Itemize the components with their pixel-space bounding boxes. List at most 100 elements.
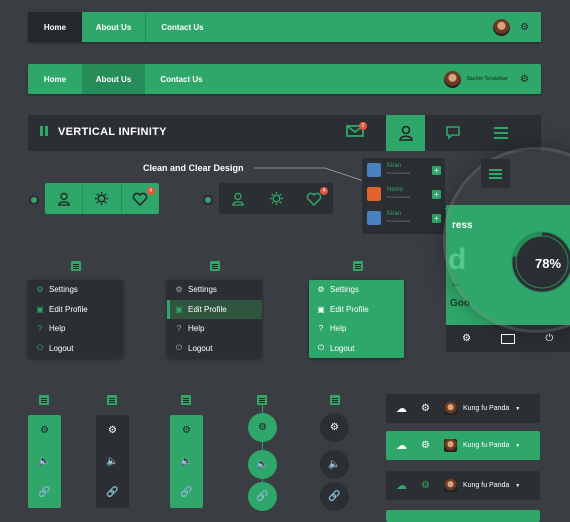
menu-item-help[interactable]: ? Help <box>167 319 262 339</box>
contact-list: Kiran Normal Following + Nemo Normal Fol… <box>362 158 445 234</box>
help-icon: ? <box>176 324 182 334</box>
chevron-down-icon[interactable]: ▼ <box>515 406 520 412</box>
favorites-tab[interactable]: 4 <box>295 183 333 214</box>
heart-icon <box>133 192 148 206</box>
gear-icon: ⚙ <box>36 285 44 295</box>
add-contact-button[interactable]: + <box>432 166 441 175</box>
gear-icon[interactable]: ⚙ <box>28 415 61 446</box>
mute-circle-button[interactable]: 🔈 <box>320 450 349 479</box>
menu-item-settings[interactable]: ⚙ Settings <box>309 280 404 300</box>
user-bar-3: ☁ ⚙ Kung fu Panda ▼ <box>386 471 540 500</box>
contact-sub: Normal Following <box>387 219 411 223</box>
mute-icon[interactable]: 🔈 <box>96 446 129 477</box>
menu-toggle-icon[interactable] <box>257 395 267 405</box>
menu-item-edit-profile[interactable]: ▣ Edit Profile <box>309 300 404 320</box>
id-card-icon: ▣ <box>36 304 44 314</box>
link-icon[interactable]: 🔗 <box>170 477 203 508</box>
gear-icon[interactable]: ⚙ <box>421 480 430 491</box>
menu-toggle-icon[interactable] <box>39 395 49 405</box>
menu-item-logout[interactable]: ⏻ Logout <box>167 339 262 359</box>
avatar <box>443 402 457 415</box>
menu-toggle-icon[interactable] <box>107 395 117 405</box>
cloud-icon[interactable]: ☁ <box>396 402 407 415</box>
power-icon: ⏻ <box>317 343 325 353</box>
contact-avatar <box>367 211 381 225</box>
user-name[interactable]: Kung fu Panda <box>463 482 509 489</box>
user-icon <box>57 192 70 206</box>
gear-icon <box>95 191 109 206</box>
avatar <box>443 479 457 492</box>
gear-circle-button[interactable]: ⚙ <box>248 413 277 442</box>
contact-avatar <box>367 187 381 201</box>
mute-icon[interactable]: 🔈 <box>28 446 61 477</box>
avatar <box>443 439 457 452</box>
mute-icon[interactable]: 🔈 <box>170 446 203 477</box>
user-name[interactable]: Kung fu Panda <box>463 405 509 412</box>
id-card-icon: ▣ <box>317 304 325 314</box>
menu-label: Logout <box>188 343 213 353</box>
vertical-toolbar-1: ⚙ 🔈 🔗 <box>28 415 61 508</box>
dropdown-menu-2: ⚙ Settings ▣ Edit Profile ? Help ⏻ Logout <box>167 280 262 358</box>
menu-item-logout[interactable]: ⏻ Logout <box>28 339 123 359</box>
vertical-toolbar-2: ⚙ 🔈 🔗 <box>96 415 129 508</box>
menu-item-help[interactable]: ? Help <box>28 319 123 339</box>
chevron-down-icon[interactable]: ▼ <box>515 483 520 489</box>
user-tab[interactable] <box>45 183 84 214</box>
menu-toggle-icon[interactable] <box>330 395 340 405</box>
contact-name: Kiran <box>387 211 402 217</box>
menu-toggle-icon[interactable] <box>71 261 81 271</box>
menu-toggle-icon[interactable] <box>353 261 363 271</box>
menu-item-logout[interactable]: ⏻ Logout <box>309 339 404 359</box>
id-card-icon: ▣ <box>175 304 183 314</box>
user-icon <box>232 192 244 206</box>
gear-icon[interactable]: ⚙ <box>170 415 203 446</box>
menu-item-help[interactable]: ? Help <box>309 319 404 339</box>
menu-item-settings[interactable]: ⚙ Settings <box>28 280 123 300</box>
contact-row[interactable]: Kiran Normal Following + <box>362 160 445 182</box>
icon-tabs-green: 4 <box>45 183 159 214</box>
gear-icon[interactable]: ⚙ <box>96 415 129 446</box>
icon-tabs-dark: 4 <box>219 183 333 214</box>
link-circle-button[interactable]: 🔗 <box>320 482 349 511</box>
gear-icon[interactable]: ⚙ <box>421 440 430 451</box>
contact-avatar <box>367 163 381 177</box>
menu-label: Logout <box>330 343 355 353</box>
add-contact-button[interactable]: + <box>432 214 441 223</box>
contact-row[interactable]: Nemo Normal Following + <box>362 184 445 206</box>
contact-row[interactable]: Kiran Normal Following + <box>362 208 445 230</box>
user-name[interactable]: Kung fu Panda <box>463 442 509 449</box>
link-circle-button[interactable]: 🔗 <box>248 482 277 511</box>
status-dot <box>205 197 211 203</box>
contact-name: Kiran <box>387 163 402 169</box>
menu-label: Logout <box>49 343 74 353</box>
gear-icon <box>269 191 283 206</box>
gear-icon[interactable]: ⚙ <box>446 325 487 352</box>
menu-toggle-icon[interactable] <box>210 261 220 271</box>
menu-toggle-icon[interactable] <box>181 395 191 405</box>
link-icon[interactable]: 🔗 <box>96 477 129 508</box>
contact-name: Nemo <box>387 187 404 193</box>
help-icon: ? <box>318 324 324 334</box>
menu-item-settings[interactable]: ⚙ Settings <box>167 280 262 300</box>
menu-toggle-button[interactable] <box>481 159 510 188</box>
user-tab[interactable] <box>219 183 257 214</box>
menu-label: Edit Profile <box>330 304 369 314</box>
menu-item-edit-profile[interactable]: ▣ Edit Profile <box>28 300 123 320</box>
chevron-down-icon[interactable]: ▼ <box>515 443 520 449</box>
settings-tab[interactable] <box>83 183 122 214</box>
gear-circle-button[interactable]: ⚙ <box>320 413 349 442</box>
gear-icon: ⚙ <box>175 285 183 295</box>
user-bar-1: ☁ ⚙ Kung fu Panda ▼ <box>386 394 540 423</box>
settings-tab[interactable] <box>257 183 295 214</box>
menu-item-edit-profile[interactable]: ▣ Edit Profile <box>167 299 262 319</box>
heart-icon <box>306 192 322 206</box>
favorites-tab[interactable]: 4 <box>122 183 159 214</box>
help-icon: ? <box>37 324 43 334</box>
cloud-icon[interactable]: ☁ <box>396 439 407 452</box>
link-icon[interactable]: 🔗 <box>28 477 61 508</box>
gear-icon[interactable]: ⚙ <box>421 403 430 414</box>
vertical-toolbar-3: ⚙ 🔈 🔗 <box>170 415 203 508</box>
mute-circle-button[interactable]: 🔈 <box>248 450 277 479</box>
cloud-icon[interactable]: ☁ <box>396 479 407 492</box>
add-contact-button[interactable]: + <box>432 190 441 199</box>
